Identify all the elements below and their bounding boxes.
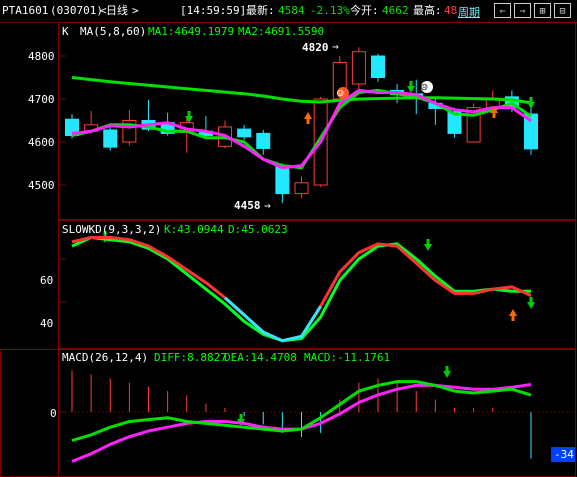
signal-arrow-up-icon: [304, 112, 312, 119]
high-marker-arrow: →: [332, 40, 339, 53]
signal-arrow-stem: [511, 316, 515, 321]
signal-arrow-down-icon: [185, 116, 193, 123]
candle-body: [256, 132, 271, 149]
y-tick-4500: 4500: [28, 179, 55, 192]
ma2-value: MA2:4691.5590: [238, 25, 324, 38]
happy-face-icon: ☺: [337, 87, 344, 100]
signal-arrow-up-icon: [509, 309, 517, 316]
y-tick-4700: 4700: [28, 93, 55, 106]
signal-arrow-stem: [306, 119, 310, 124]
macd-histogram-value: MACD:-11.1761: [304, 351, 390, 364]
next-period-button[interactable]: ⇒: [514, 3, 531, 18]
low-marker-arrow: →: [264, 199, 271, 212]
kd-k-value: K:43.0944: [164, 223, 224, 236]
ma-params-label: MA(5,8,60): [80, 25, 146, 38]
high-value: 48: [444, 4, 458, 17]
arrow-left-icon: ⇐: [499, 6, 506, 17]
signal-arrow-down-icon: [527, 302, 535, 309]
time-label: [14:59:59]: [180, 4, 247, 17]
candle-body: [237, 128, 252, 138]
quote-header: PTA1601 (030701) < 日线 > [14:59:59] 最新: 4…: [0, 0, 577, 23]
period-close-bracket: >: [132, 4, 139, 17]
sad-face-icon: ☹: [421, 81, 428, 94]
low-price-marker: 4458: [234, 199, 261, 212]
candle-body: [371, 55, 385, 78]
contract-code: (030701): [50, 4, 103, 17]
kd-d-line: [71, 236, 531, 343]
arrow-right-icon: ⇒: [519, 6, 526, 17]
kd-d-value: D:45.0623: [228, 223, 288, 236]
signal-arrow-stem: [409, 81, 413, 86]
candle-body: [275, 165, 290, 195]
period-link[interactable]: 周期: [458, 4, 480, 20]
macd-series: [66, 370, 575, 463]
open-label: 今开:: [350, 4, 379, 17]
zoom-out-icon: ⊟: [559, 6, 566, 17]
candle-body: [294, 182, 309, 195]
high-label: 最高:: [413, 4, 442, 17]
change-percent: -2.13%: [310, 4, 350, 17]
signal-arrow-stem: [529, 97, 533, 102]
signal-arrow-down-icon: [424, 244, 432, 251]
signal-arrow-stem: [426, 239, 430, 244]
kline-label: K: [62, 25, 69, 38]
moving-average-lines: [71, 76, 532, 170]
kd-k-line: [71, 236, 532, 343]
candle-body: [103, 129, 118, 148]
latest-label: 最新:: [246, 4, 275, 17]
signal-arrow-stem: [492, 113, 496, 118]
chart-area[interactable]: K MA(5,8,60) MA1:4649.1979 MA2:4691.5590…: [0, 22, 577, 477]
signal-arrow-stem: [529, 297, 533, 302]
zoom-in-icon: ⊞: [539, 6, 546, 17]
signal-arrow-down-icon: [527, 102, 535, 109]
open-value: 4662: [382, 4, 409, 17]
value-badge-text: -34: [554, 448, 574, 461]
period-label[interactable]: 日线: [106, 5, 128, 17]
high-price-marker: 4820: [302, 41, 329, 54]
candle-body: [351, 51, 366, 85]
signal-arrow-stem: [187, 111, 191, 116]
kd-params-label: SLOWKD(9,3,3,2): [62, 223, 161, 236]
y-tick-4600: 4600: [28, 136, 55, 149]
panel-frames: [0, 22, 576, 477]
symbol-label: PTA1601: [2, 4, 49, 17]
macd-diff-value: DIFF:8.8827: [154, 351, 227, 364]
kd-lines: [71, 236, 532, 343]
y-tick-4800: 4800: [28, 50, 55, 63]
latest-value: 4584: [278, 4, 305, 17]
signal-arrow-down-icon: [443, 371, 451, 378]
kd-y-tick-40: 40: [40, 317, 53, 330]
signal-arrow-down-icon: [407, 86, 415, 93]
signal-arrow-stem: [445, 366, 449, 371]
macd-dea-value: DEA:14.4708: [224, 351, 297, 364]
zoom-in-button[interactable]: ⊞: [534, 3, 551, 18]
signal-arrow-stem: [239, 414, 243, 419]
prev-period-button[interactable]: ⇐: [494, 3, 511, 18]
zoom-out-button[interactable]: ⊟: [554, 3, 571, 18]
kd-y-tick-60: 60: [40, 274, 53, 287]
ma60-line: [71, 76, 532, 105]
macd-y-tick-0: 0: [50, 407, 57, 420]
ma1-value: MA1:4649.1979: [148, 25, 234, 38]
macd-params-label: MACD(26,12,4): [62, 351, 148, 364]
